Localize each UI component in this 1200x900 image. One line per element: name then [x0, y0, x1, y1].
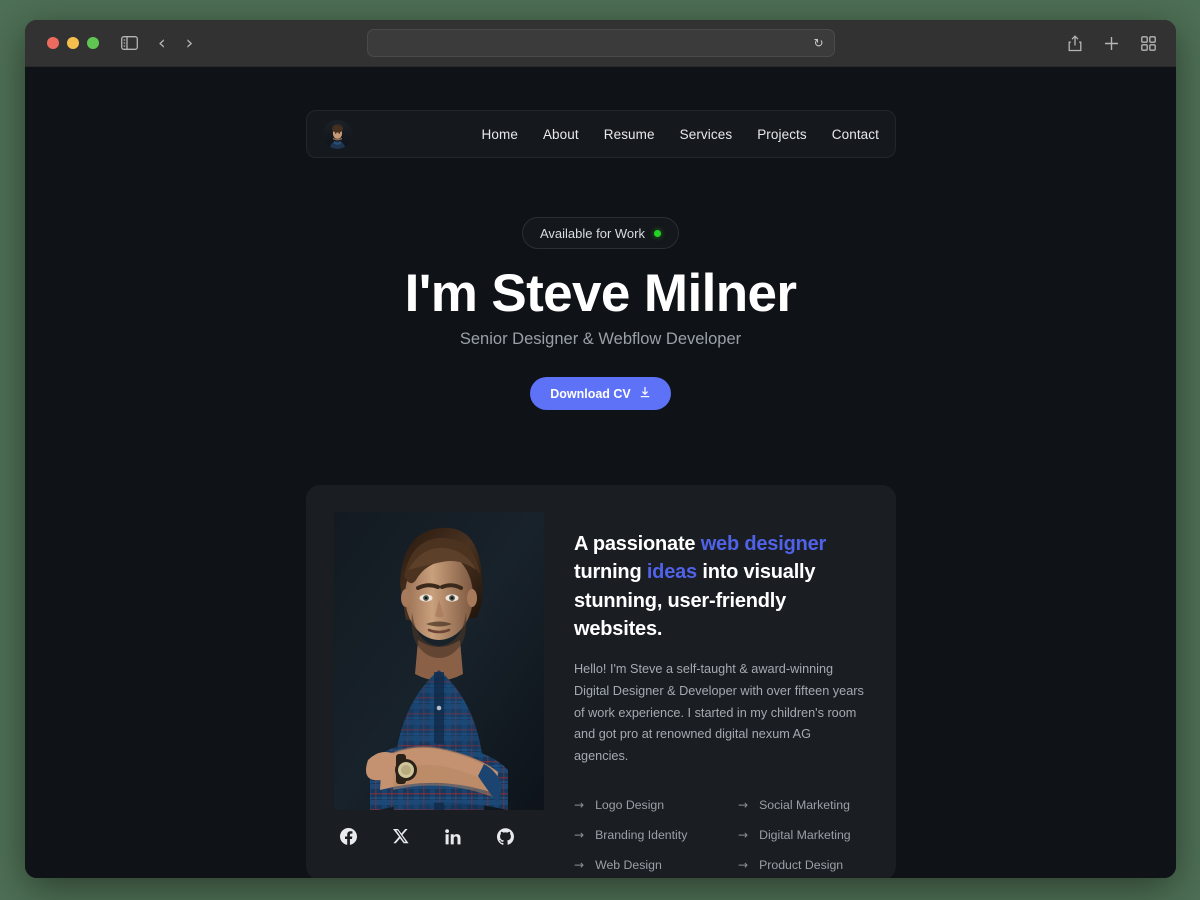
nav-link-home[interactable]: Home	[482, 127, 518, 142]
download-cv-label: Download CV	[550, 386, 631, 401]
sidebar-toggle-icon[interactable]	[121, 36, 138, 50]
maximize-window-button[interactable]	[87, 37, 99, 49]
service-item[interactable]: → Digital Marketing	[738, 820, 868, 850]
about-heading-part2: turning	[574, 561, 647, 584]
about-body-text: Hello! I'm Steve a self-taught & award-w…	[574, 661, 864, 764]
about-card-right: A passionate web designer turning ideas …	[574, 512, 868, 872]
service-label: Social Marketing	[759, 798, 850, 813]
nav-link-resume[interactable]: Resume	[604, 127, 655, 142]
service-item[interactable]: → Social Marketing	[738, 790, 868, 820]
download-icon	[639, 386, 651, 401]
arrow-right-icon: →	[738, 858, 749, 873]
status-dot-icon	[654, 229, 661, 237]
forward-button[interactable]: ›	[186, 33, 194, 53]
portrait-photo	[334, 512, 544, 810]
nav-link-about[interactable]: About	[543, 127, 579, 142]
service-label: Product Design	[759, 858, 844, 873]
about-heading-highlight2: ideas	[646, 561, 697, 584]
services-grid: → Logo Design → Branding Identity → Web …	[574, 790, 868, 878]
service-label: Web Design	[595, 858, 662, 873]
back-button[interactable]: ‹	[158, 33, 166, 53]
browser-window: ‹ › ↻ Home About Resume Services Project…	[25, 20, 1176, 878]
address-bar[interactable]: ↻	[366, 29, 835, 57]
arrow-right-icon: →	[738, 828, 749, 843]
nav-link-projects[interactable]: Projects	[757, 127, 807, 142]
minimize-window-button[interactable]	[67, 37, 79, 49]
service-label: Logo Design	[595, 798, 665, 813]
about-heading-part1: A passionate	[574, 533, 701, 555]
service-label: Branding Identity	[595, 828, 688, 843]
site-navbar: Home About Resume Services Projects Cont…	[306, 110, 896, 158]
close-window-button[interactable]	[47, 37, 59, 49]
browser-toolbar: ‹ › ↻	[25, 20, 1176, 67]
facebook-icon[interactable]	[340, 828, 357, 845]
plus-icon[interactable]	[1104, 36, 1119, 51]
nav-link-services[interactable]: Services	[680, 127, 733, 142]
nav-link-contact[interactable]: Contact	[832, 127, 879, 142]
page-title: I'm Steve Milner	[404, 264, 797, 323]
arrow-right-icon: →	[574, 798, 585, 813]
services-column-right: → Social Marketing → Digital Marketing →…	[738, 790, 868, 878]
social-links	[334, 828, 544, 845]
navigation-arrows: ‹ ›	[158, 33, 194, 53]
arrow-right-icon: →	[738, 798, 749, 813]
navbar-links: Home About Resume Services Projects Cont…	[482, 127, 879, 142]
services-column-left: → Logo Design → Branding Identity → Web …	[574, 790, 724, 878]
service-item[interactable]: → Branding Identity	[574, 820, 724, 850]
about-heading-highlight1: web designer	[700, 533, 827, 555]
about-card: A passionate web designer turning ideas …	[306, 485, 896, 878]
tab-grid-icon[interactable]	[1141, 35, 1156, 51]
download-cv-button[interactable]: Download CV	[530, 377, 671, 411]
reload-icon[interactable]: ↻	[813, 36, 823, 50]
toolbar-right-actions	[1068, 34, 1156, 52]
about-heading: A passionate web designer turning ideas …	[574, 530, 868, 644]
page-content: Home About Resume Services Projects Cont…	[25, 67, 1176, 878]
hero-section: Available for Work I'm Steve Milner Seni…	[25, 217, 1176, 411]
share-icon[interactable]	[1068, 34, 1082, 52]
service-item[interactable]: → Logo Design	[574, 790, 724, 820]
arrow-right-icon: →	[574, 858, 585, 873]
service-label: Digital Marketing	[759, 828, 851, 843]
availability-label: Available for Work	[539, 225, 645, 241]
linkedin-icon[interactable]	[445, 828, 461, 845]
service-item[interactable]: → Web Design	[574, 850, 724, 878]
traffic-lights	[47, 37, 99, 49]
hero-subtitle: Senior Designer & Webflow Developer	[459, 330, 742, 349]
about-card-left	[334, 512, 544, 853]
github-icon[interactable]	[497, 828, 514, 845]
service-item[interactable]: → Product Design	[738, 850, 868, 878]
x-twitter-icon[interactable]	[393, 828, 409, 845]
availability-badge: Available for Work	[521, 217, 679, 249]
arrow-right-icon: →	[574, 828, 585, 843]
navbar-avatar[interactable]	[323, 119, 352, 149]
